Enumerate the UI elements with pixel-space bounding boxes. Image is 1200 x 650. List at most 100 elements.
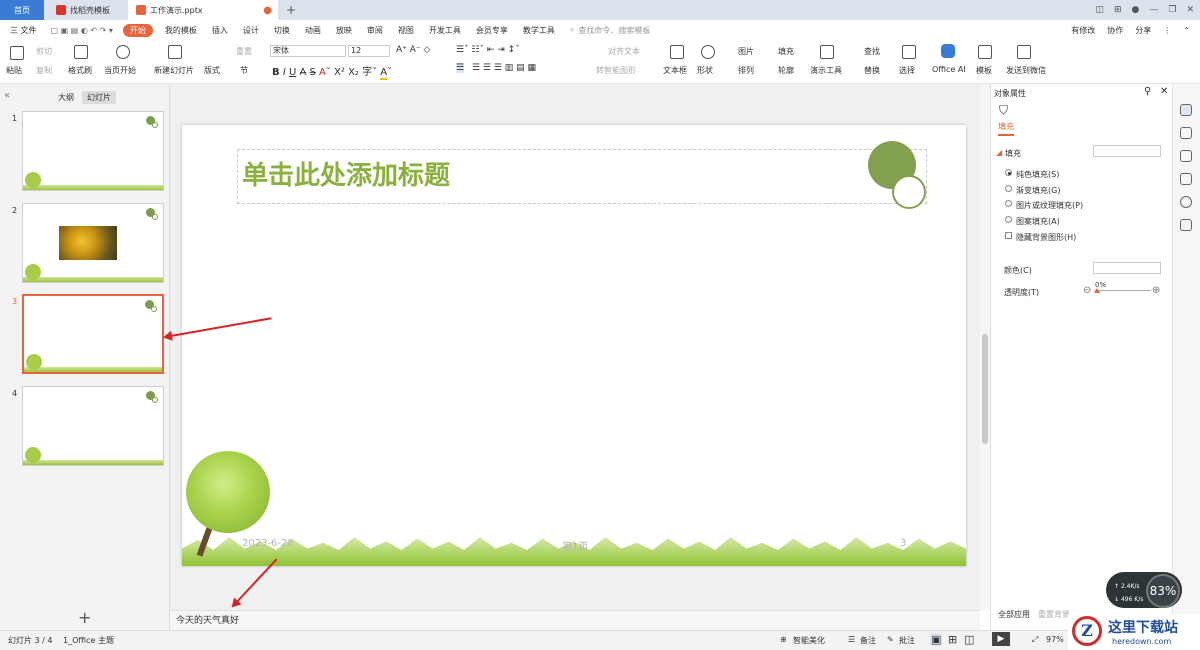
layout-icon[interactable]: ◫ bbox=[1095, 5, 1104, 15]
demo-tools-icon[interactable] bbox=[820, 45, 834, 59]
slide-canvas[interactable]: 单击此处添加标题 2023-6-28 第1页 3 bbox=[182, 125, 966, 566]
replace-button[interactable]: 替换 bbox=[864, 65, 880, 76]
reading-view-icon[interactable]: ◫ bbox=[964, 633, 974, 646]
location-icon[interactable] bbox=[1180, 196, 1192, 208]
menu-item[interactable]: 切换 bbox=[274, 25, 290, 36]
slide-thumbnail-1[interactable] bbox=[22, 111, 164, 191]
zoom-level[interactable]: 97% bbox=[1046, 635, 1064, 644]
play-slideshow-icon[interactable]: ▶ bbox=[992, 632, 1010, 646]
plus-icon[interactable]: ⊕ bbox=[1152, 285, 1160, 296]
maximize-icon[interactable]: ❐ bbox=[1168, 5, 1176, 15]
collaborate-button[interactable]: 协作 bbox=[1107, 25, 1123, 36]
menu-item[interactable]: 开发工具 bbox=[429, 25, 461, 36]
section-button[interactable]: 节 bbox=[240, 65, 248, 76]
tab-slides[interactable]: 幻灯片 bbox=[82, 91, 116, 104]
menu-item[interactable]: 会员专享 bbox=[476, 25, 508, 36]
close-icon[interactable]: ✕ bbox=[1186, 5, 1194, 15]
align-left-icon[interactable]: ☰ bbox=[456, 63, 465, 73]
font-grow-icons[interactable]: A⁺ A⁻ ◇ bbox=[396, 45, 430, 55]
minus-icon[interactable]: ⊖ bbox=[1083, 285, 1091, 296]
picture-button[interactable]: 图片 bbox=[738, 46, 754, 57]
send-wechat-button[interactable]: 发送到微信 bbox=[1006, 65, 1046, 76]
paste-icon[interactable] bbox=[10, 46, 24, 60]
command-search[interactable]: 查找命令、搜索模板 bbox=[578, 25, 650, 36]
tab-template[interactable]: 找稻壳模板 bbox=[48, 0, 124, 20]
send-wechat-icon[interactable] bbox=[1017, 45, 1031, 59]
collapse-ribbon-icon[interactable]: ⌃ bbox=[1183, 26, 1190, 35]
textbox-button[interactable]: 文本框 bbox=[663, 65, 687, 76]
grid-icon[interactable]: ⊞ bbox=[1114, 5, 1122, 15]
font-size-select[interactable]: 12 bbox=[348, 45, 390, 57]
more-icon[interactable]: ⋮ bbox=[1163, 26, 1171, 35]
smart-beautify-button[interactable]: 智能美化 bbox=[793, 635, 825, 646]
radio-gradient[interactable] bbox=[1005, 185, 1012, 192]
transition-icon[interactable] bbox=[1180, 150, 1192, 162]
menu-item[interactable]: 设计 bbox=[243, 25, 259, 36]
hide-bg-checkbox[interactable] bbox=[1005, 232, 1012, 239]
notes-pane[interactable] bbox=[170, 610, 980, 630]
tab-file[interactable]: 工作演示.pptx ● bbox=[128, 0, 278, 20]
new-slide-icon[interactable] bbox=[168, 45, 182, 59]
tab-outline[interactable]: 大纲 bbox=[58, 92, 74, 103]
paste-button[interactable]: 粘贴 bbox=[6, 65, 22, 76]
fill-button[interactable]: 填充 bbox=[778, 46, 794, 57]
font-select[interactable]: 宋体 bbox=[270, 45, 346, 57]
slide-number[interactable]: 3 bbox=[900, 538, 906, 549]
slide-thumbnail-2[interactable] bbox=[22, 203, 164, 283]
avatar[interactable]: ● bbox=[1132, 5, 1140, 15]
share-button[interactable]: 分享 bbox=[1135, 25, 1151, 36]
demo-tools-button[interactable]: 演示工具 bbox=[810, 65, 842, 76]
menu-item[interactable]: 动画 bbox=[305, 25, 321, 36]
find-button[interactable]: 查找 bbox=[864, 46, 880, 57]
shape-icon[interactable] bbox=[701, 45, 715, 59]
align-text-button[interactable]: 对齐文本 bbox=[608, 46, 640, 57]
chevron-down-icon[interactable]: ◢ bbox=[996, 148, 1002, 157]
scrollbar-thumb[interactable] bbox=[982, 334, 988, 444]
arrange-button[interactable]: 排列 bbox=[738, 65, 754, 76]
comment-button[interactable]: 批注 bbox=[899, 635, 915, 646]
option-pattern[interactable]: 图案填充(A) bbox=[1016, 216, 1060, 227]
select-button[interactable]: 选择 bbox=[899, 65, 915, 76]
radio-pattern[interactable] bbox=[1005, 216, 1012, 223]
play-icon[interactable] bbox=[116, 45, 130, 59]
slide-footer[interactable]: 第1页 bbox=[562, 538, 588, 553]
property-icon[interactable] bbox=[1180, 104, 1192, 116]
radio-solid[interactable] bbox=[1005, 169, 1012, 176]
slide-date[interactable]: 2023-6-28 bbox=[242, 538, 294, 549]
office-ai-button[interactable]: Office AI bbox=[932, 65, 966, 74]
pane-title[interactable]: 对象属性 bbox=[994, 88, 1026, 99]
align-icons[interactable]: ☰ ☰ ☰ ▥ ▤ ▦ bbox=[472, 63, 536, 73]
copy-button[interactable]: 复制 bbox=[36, 65, 52, 76]
layout-button[interactable]: 版式 bbox=[204, 65, 220, 76]
menu-file[interactable]: 三 文件 bbox=[10, 25, 37, 36]
text-format-icons[interactable]: B I U A̶ S̶ Aˇ X² X₂ 字ˇ Aˇ bbox=[272, 63, 392, 80]
template-button[interactable]: 模板 bbox=[976, 65, 992, 76]
notes-text[interactable]: 今天的天气真好 bbox=[176, 613, 239, 626]
fill-bucket-icon[interactable]: ⛉ bbox=[999, 103, 1008, 118]
reset-button[interactable]: 重置 bbox=[236, 46, 252, 57]
slide-thumbnail-3[interactable] bbox=[22, 294, 164, 374]
smartart-button[interactable]: 转智能图形 bbox=[596, 65, 636, 76]
sorter-view-icon[interactable]: ⊞ bbox=[948, 633, 957, 646]
document-icon[interactable] bbox=[1180, 219, 1192, 231]
shape-button[interactable]: 形状 bbox=[697, 65, 713, 76]
menu-item[interactable]: 视图 bbox=[398, 25, 414, 36]
new-tab-icon[interactable]: + bbox=[286, 0, 296, 20]
office-ai-icon[interactable] bbox=[941, 44, 955, 58]
quick-access-icons[interactable]: ▢ ▣ ▤ ◐ ↶ ↷ ▾ bbox=[51, 26, 113, 35]
from-current-button[interactable]: 当页开始 bbox=[104, 65, 136, 76]
add-slide-icon[interactable]: + bbox=[78, 608, 91, 627]
slider-handle[interactable] bbox=[1094, 288, 1100, 293]
slide-title[interactable]: 单击此处添加标题 bbox=[242, 155, 450, 192]
menu-item[interactable]: 我的模板 bbox=[165, 25, 197, 36]
collapse-panel-icon[interactable]: « bbox=[4, 90, 10, 101]
menu-item[interactable]: 教学工具 bbox=[523, 25, 555, 36]
list-icons[interactable]: ☰ˇ ☷ˇ ⇤ ⇥ ↕ˇ bbox=[456, 45, 520, 55]
select-icon[interactable] bbox=[902, 45, 916, 59]
normal-view-icon[interactable]: ▣ bbox=[930, 633, 943, 646]
format-painter-button[interactable]: 格式刷 bbox=[68, 65, 92, 76]
textbox-icon[interactable] bbox=[670, 45, 684, 59]
style-icon[interactable] bbox=[1180, 173, 1192, 185]
tab-fill[interactable]: 填充 bbox=[998, 121, 1014, 136]
slide-thumbnail-4[interactable] bbox=[22, 386, 164, 466]
